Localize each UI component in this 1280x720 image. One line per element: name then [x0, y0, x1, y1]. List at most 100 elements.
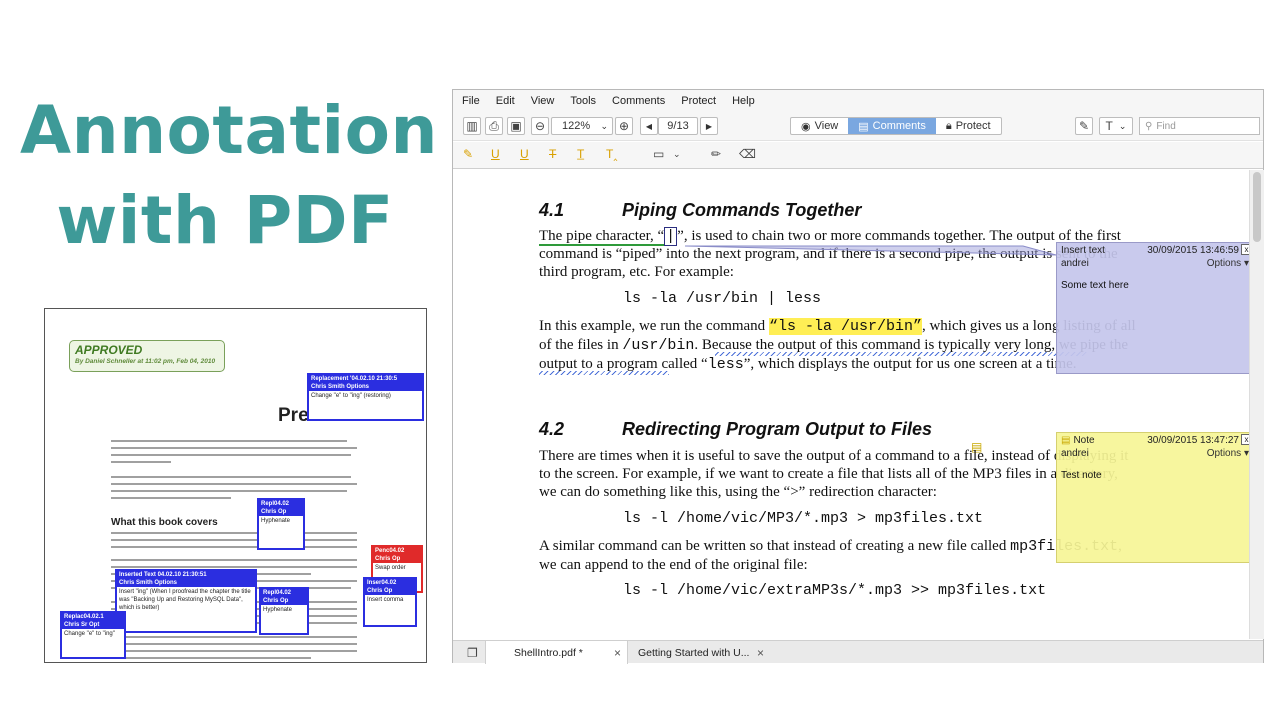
- slide-title-line1: Annotation: [20, 92, 438, 169]
- page-number-field[interactable]: 9/13: [658, 117, 698, 135]
- thumbnail-note-header: Replacement '04.02.10 21:30:5: [309, 375, 422, 383]
- zoom-in-button[interactable]: ⊕: [615, 117, 633, 135]
- thumbnail-note[interactable]: Replacement '04.02.10 21:30:5 Chris Smit…: [307, 373, 424, 421]
- popup-text[interactable]: Test note: [1061, 470, 1102, 481]
- tab-label: ShellIntro.pdf *: [514, 646, 583, 659]
- close-icon[interactable]: x: [1241, 244, 1249, 255]
- annotated-page-thumbnail: APPROVED By Daniel Schneller at 11:02 pm…: [44, 308, 427, 663]
- scrollbar-thumb[interactable]: [1253, 172, 1261, 242]
- note-icon[interactable]: ▭: [653, 147, 664, 161]
- text-line: [111, 532, 357, 534]
- save-icon: ▣: [510, 119, 522, 133]
- text-line: [111, 440, 347, 442]
- thumbnail-note-author: Chris Op: [373, 555, 421, 563]
- highlight-tool-button[interactable]: ✎: [1075, 117, 1093, 135]
- window-restore-icon: ❐: [467, 645, 478, 660]
- menu-comments[interactable]: Comments: [612, 95, 665, 107]
- thumbnail-note[interactable]: Inserted Text 04.02.10 21:30:51 Chris Sm…: [115, 569, 257, 633]
- insert-text-comment-popup[interactable]: Insert text 30/09/2015 13:46:59 x andrei…: [1056, 242, 1249, 374]
- thumbnail-note[interactable]: Inser04.02 Chris Op Insert comma: [363, 577, 417, 627]
- vertical-scrollbar[interactable]: [1249, 170, 1264, 639]
- thumbnail-note[interactable]: Replac04.02.1 Chris Sr Opt Change "e" to…: [60, 611, 126, 659]
- protect-mode-button[interactable]: 🔒︎ Protect: [936, 118, 1001, 134]
- text-line: [111, 657, 311, 659]
- thumbnail-note-author: Chris Sr Opt: [62, 621, 124, 629]
- chevron-down-icon[interactable]: ⌄: [673, 149, 681, 160]
- popup-text[interactable]: Some text here: [1061, 280, 1129, 291]
- sidebar-toggle-button[interactable]: ▥: [463, 117, 481, 135]
- popup-header: Insert text 30/09/2015 13:46:59 x: [1057, 243, 1249, 257]
- popup-type: Insert text: [1061, 244, 1105, 256]
- thumbnail-note-body: Insert comma: [367, 597, 404, 603]
- view-mode-button[interactable]: ◉ View: [791, 118, 848, 134]
- thumbnail-note-body: Change "e" to "ing": [64, 631, 115, 637]
- print-button[interactable]: ⎙: [485, 117, 503, 135]
- zoom-select[interactable]: 122% ⌄: [551, 117, 613, 135]
- comments-mode-button[interactable]: ▤ Comments: [848, 118, 936, 134]
- note-comment-popup[interactable]: ▤ Note 30/09/2015 13:47:27 x andrei Opti…: [1056, 432, 1249, 563]
- chevron-down-icon: ⌄: [1118, 120, 1127, 131]
- thumbnail-note-author: Chris Smith Options: [117, 579, 255, 587]
- popup-author: andrei: [1061, 258, 1089, 269]
- close-icon[interactable]: x: [1241, 434, 1249, 445]
- thumbnail-note-author: Chris Op: [261, 597, 307, 605]
- underline-icon[interactable]: U: [491, 147, 500, 161]
- thumbnail-note[interactable]: Repl04.02 Chris Op Hyphenate: [259, 587, 309, 635]
- tab-shellintro[interactable]: ShellIntro.pdf * ×: [485, 641, 628, 664]
- thumbnail-note-body: Insert "ing" (When I proofread the chapt…: [119, 589, 251, 611]
- eraser-icon[interactable]: ⌫: [739, 147, 756, 161]
- pencil-icon[interactable]: ✏: [711, 147, 721, 161]
- text-tool-button[interactable]: T ⌄: [1099, 117, 1133, 135]
- text-line: [111, 476, 351, 478]
- popup-connector: [684, 245, 1057, 256]
- thumbnail-note-body: Hyphenate: [261, 518, 291, 524]
- triangle-left-icon: ◀: [645, 121, 653, 131]
- strikethrough-icon[interactable]: T: [549, 147, 556, 161]
- menu-view[interactable]: View: [531, 95, 555, 107]
- thumbnail-note[interactable]: Repl04.02 Chris Op Hyphenate: [257, 498, 305, 550]
- text-cursor-icon: T: [1105, 119, 1113, 133]
- text-line: [111, 447, 357, 449]
- popup-author: andrei: [1061, 448, 1089, 459]
- previous-page-button[interactable]: ◀: [640, 117, 658, 135]
- zoom-value: 122%: [562, 120, 591, 132]
- thumbnail-note-author: Chris Op: [259, 508, 303, 516]
- menu-protect[interactable]: Protect: [681, 95, 716, 107]
- find-placeholder: Find: [1156, 120, 1176, 132]
- menu-file[interactable]: File: [462, 95, 480, 107]
- text-line: [111, 497, 231, 499]
- search-icon: ⚲: [1145, 120, 1153, 132]
- highlight-icon[interactable]: ✎: [463, 147, 473, 161]
- popup-options-button[interactable]: Options ▾: [1207, 448, 1249, 459]
- thumbnail-note-author: Chris Op: [365, 587, 415, 595]
- menu-tools[interactable]: Tools: [570, 95, 596, 107]
- close-icon[interactable]: ×: [757, 646, 764, 660]
- popup-options-button[interactable]: Options ▾: [1207, 258, 1249, 269]
- thumbnail-section-title: What this book covers: [111, 517, 218, 528]
- menu-help[interactable]: Help: [732, 95, 755, 107]
- thumbnail-note-header: Replac04.02.1: [62, 613, 124, 621]
- save-button[interactable]: ▣: [507, 117, 525, 135]
- replace-text-icon[interactable]: T̲: [577, 147, 584, 161]
- document-viewport[interactable]: 4.1 Piping Commands Together The pipe ch…: [453, 170, 1249, 639]
- close-icon[interactable]: ×: [614, 646, 621, 660]
- popup-date: 30/09/2015 13:46:59: [1147, 244, 1239, 256]
- insert-text-icon[interactable]: T‸: [606, 147, 617, 161]
- page-number: 9/13: [667, 120, 689, 132]
- thumbnail-note-author: Chris Smith Options: [309, 383, 422, 391]
- menu-edit[interactable]: Edit: [496, 95, 515, 107]
- thumbnail-note-body: Swap order: [375, 565, 406, 571]
- text-line: [111, 483, 357, 485]
- restore-window-button[interactable]: ❐: [459, 641, 481, 664]
- popup-type: Note: [1073, 434, 1095, 446]
- squiggly-underline-icon[interactable]: U: [520, 147, 529, 161]
- find-input[interactable]: ⚲ Find: [1139, 117, 1260, 135]
- zoom-out-button[interactable]: ⊖: [531, 117, 549, 135]
- popup-date: 30/09/2015 13:47:27: [1147, 434, 1239, 446]
- tab-label: Getting Started with U...: [638, 646, 750, 659]
- stamp-subtitle: By Daniel Schneller at 11:02 pm, Feb 04,…: [75, 358, 216, 365]
- sidebar-icon: ▥: [466, 119, 478, 133]
- text-line: [111, 546, 357, 548]
- next-page-button[interactable]: ▶: [700, 117, 718, 135]
- tab-getting-started[interactable]: Getting Started with U... ×: [630, 641, 770, 664]
